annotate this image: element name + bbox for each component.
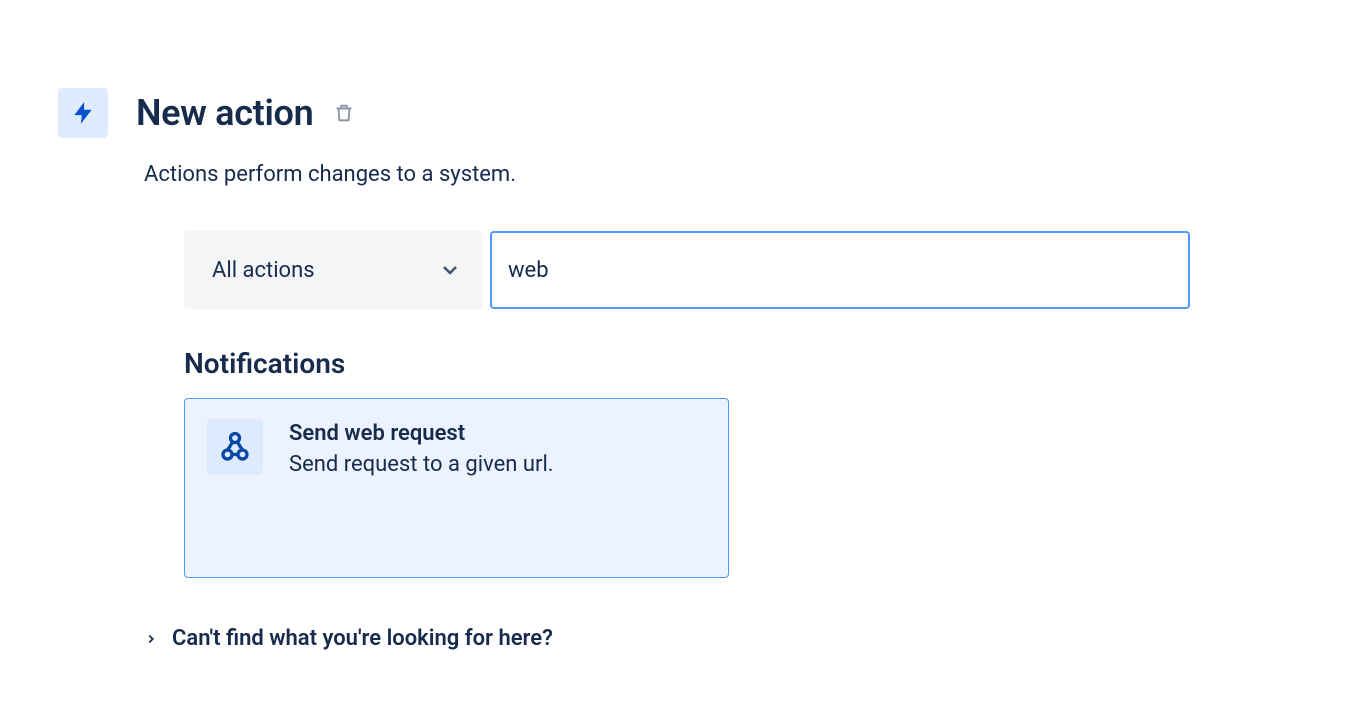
page-subtitle: Actions perform changes to a system. — [144, 162, 1360, 187]
trash-icon — [333, 102, 355, 124]
chevron-right-icon — [144, 632, 158, 646]
action-icon — [58, 88, 108, 138]
help-disclosure[interactable]: Can't find what you're looking for here? — [144, 626, 1360, 651]
chevron-down-icon — [438, 258, 462, 282]
result-title: Send web request — [289, 421, 554, 446]
category-dropdown[interactable]: All actions — [184, 231, 482, 309]
help-text: Can't find what you're looking for here? — [172, 626, 553, 651]
result-description: Send request to a given url. — [289, 452, 554, 477]
section-heading: Notifications — [184, 347, 1360, 380]
webhook-icon — [207, 419, 263, 475]
page-title: New action — [136, 92, 313, 134]
action-result-send-web-request[interactable]: Send web request Send request to a given… — [184, 398, 729, 578]
dropdown-label: All actions — [212, 258, 315, 283]
delete-button[interactable] — [329, 98, 359, 128]
search-input[interactable] — [490, 231, 1190, 309]
